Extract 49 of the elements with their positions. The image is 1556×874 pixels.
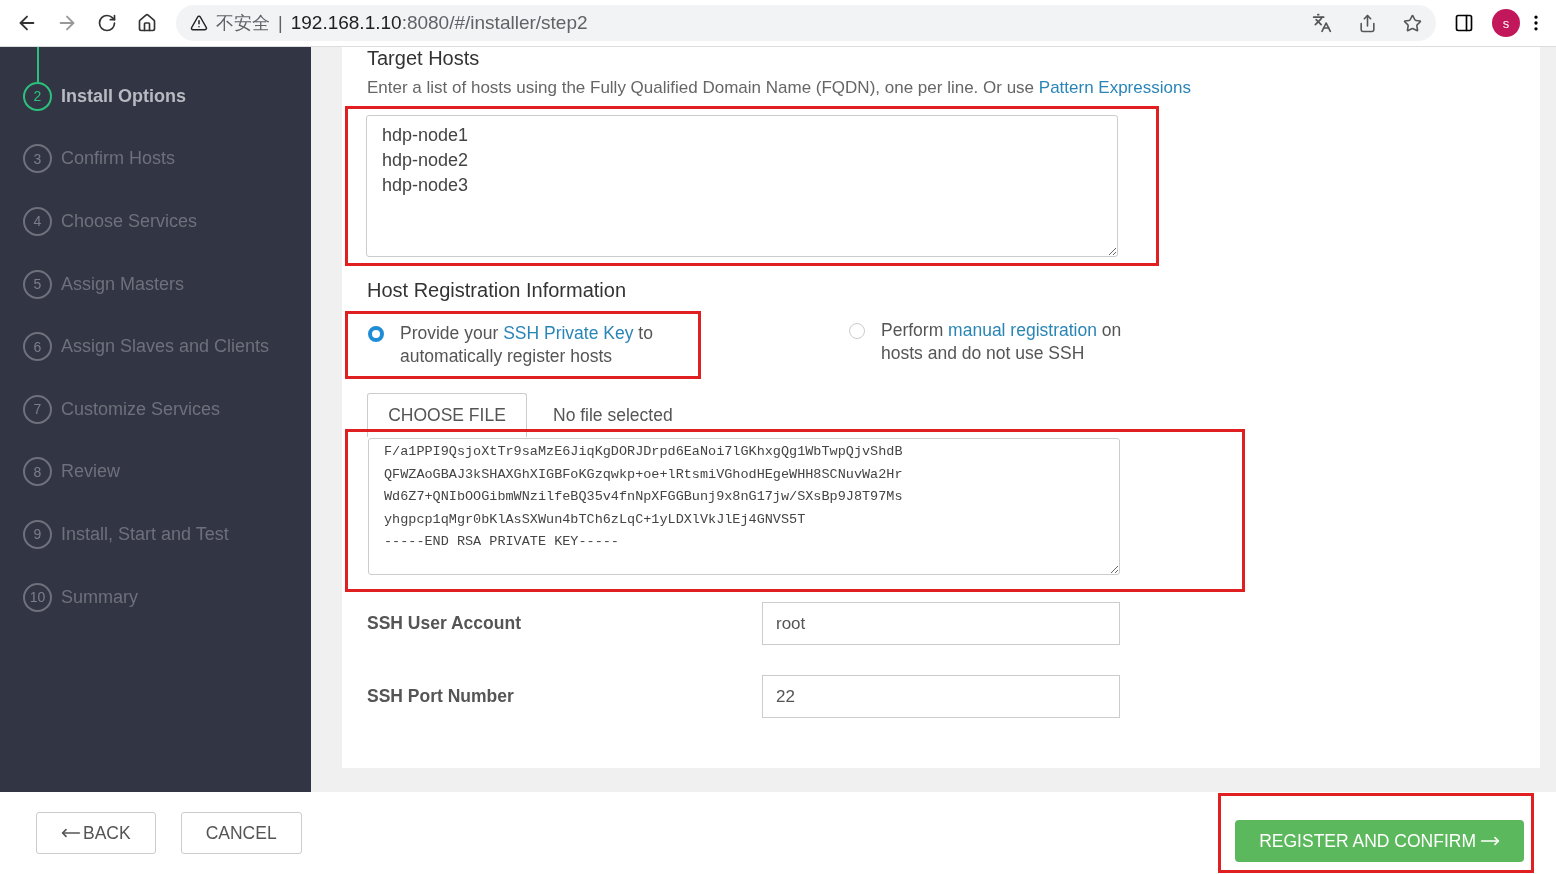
step-number: 9 [23,519,52,549]
step-label[interactable]: Assign Slaves and Clients [61,336,270,358]
step-number: 10 [23,582,52,612]
field-label: SSH User Account [367,613,522,634]
hosts-field[interactable]: hdp-node1 hdp-node2 hdp-node3 [366,115,1118,257]
share-icon[interactable] [1358,13,1377,33]
separator: | [278,12,283,34]
step-number: 6 [23,332,52,362]
star-icon[interactable] [1403,13,1422,33]
text-field[interactable]: 22 [762,675,1120,718]
profile-avatar[interactable]: s [1492,9,1520,37]
step-label[interactable]: Confirm Hosts [61,148,176,170]
step-label[interactable]: Summary [61,586,138,608]
step-number: 2 [23,81,52,111]
radio-button[interactable] [849,323,865,339]
back-button[interactable]: BACK [36,812,156,854]
step-number: 5 [23,269,52,299]
step-number: 7 [23,394,52,424]
step-number: 3 [23,144,52,174]
step-label[interactable]: Assign Masters [61,273,185,295]
step-label[interactable]: Install Options [61,85,186,107]
security-label: 不安全 [216,12,270,35]
register-button[interactable]: REGISTER AND CONFIRM [1235,820,1524,862]
address-bar[interactable]: 不安全 | 192.168.1.10:8080/#/installer/step2 [176,5,1436,41]
url-text: 192.168.1.10:8080/#/installer/step2 [290,12,588,34]
side-panel-icon[interactable] [1454,13,1474,33]
cancel-button[interactable]: CANCEL [180,812,302,854]
private-key-field[interactable]: F/a1PPI9QsjoXtTr9saMzE6JiqKgDORJDrpd6EaNoi7lGKhxgQg1WbTwpQjvShdB QFWZAoGBAJ3kSHAXGhXIGBFoKGzqwkp+oe+lRtsmiVGhodHEgeWHH8SCNuvWa2Hr Wd6Z7+QNIbOOGibmWNzilfeBQ35v4fnNpXFGGBunj9x8nG17jw/SXsBp9J8T97Ms yhgpcp1qMgr0bKlAsSXWun4bTCh6zLqC+1yLDXlVkJlEj4GNVS5T -----END RSA PRIVATE KEY----- [368,438,1120,575]
step-label[interactable]: Install, Start and Test [61,523,229,545]
radio-button[interactable] [368,326,384,342]
section-title: Target Hosts [367,47,481,70]
option-text: Perform manual registration on hosts and do not use SSH [881,319,1123,365]
section-title: Host Registration Information [367,279,627,302]
warning-icon [190,14,208,32]
option-text: Provide your SSH Private Key to automatically register hosts [400,322,654,368]
text-field[interactable]: root [762,602,1120,645]
step-label[interactable]: Customize Services [61,398,221,420]
hint-text: Enter a list of hosts using the Fully Qualified Domain Name (FQDN), one per line. Or use Pattern Expressions [367,78,1192,98]
file-status: No file selected [553,404,673,426]
choose-file-button[interactable]: CHOOSE FILE [367,393,527,437]
field-label: SSH Port Number [367,686,515,707]
pattern-link[interactable]: Pattern Expressions [1038,78,1191,97]
step-label[interactable]: Choose Services [61,211,198,232]
translate-icon[interactable] [1312,13,1332,33]
option-link[interactable]: manual registration [948,320,1097,340]
step-number: 8 [23,457,52,487]
step-number: 4 [23,207,52,236]
option-link[interactable]: SSH Private Key [503,323,634,343]
step-label[interactable]: Review [61,461,121,483]
